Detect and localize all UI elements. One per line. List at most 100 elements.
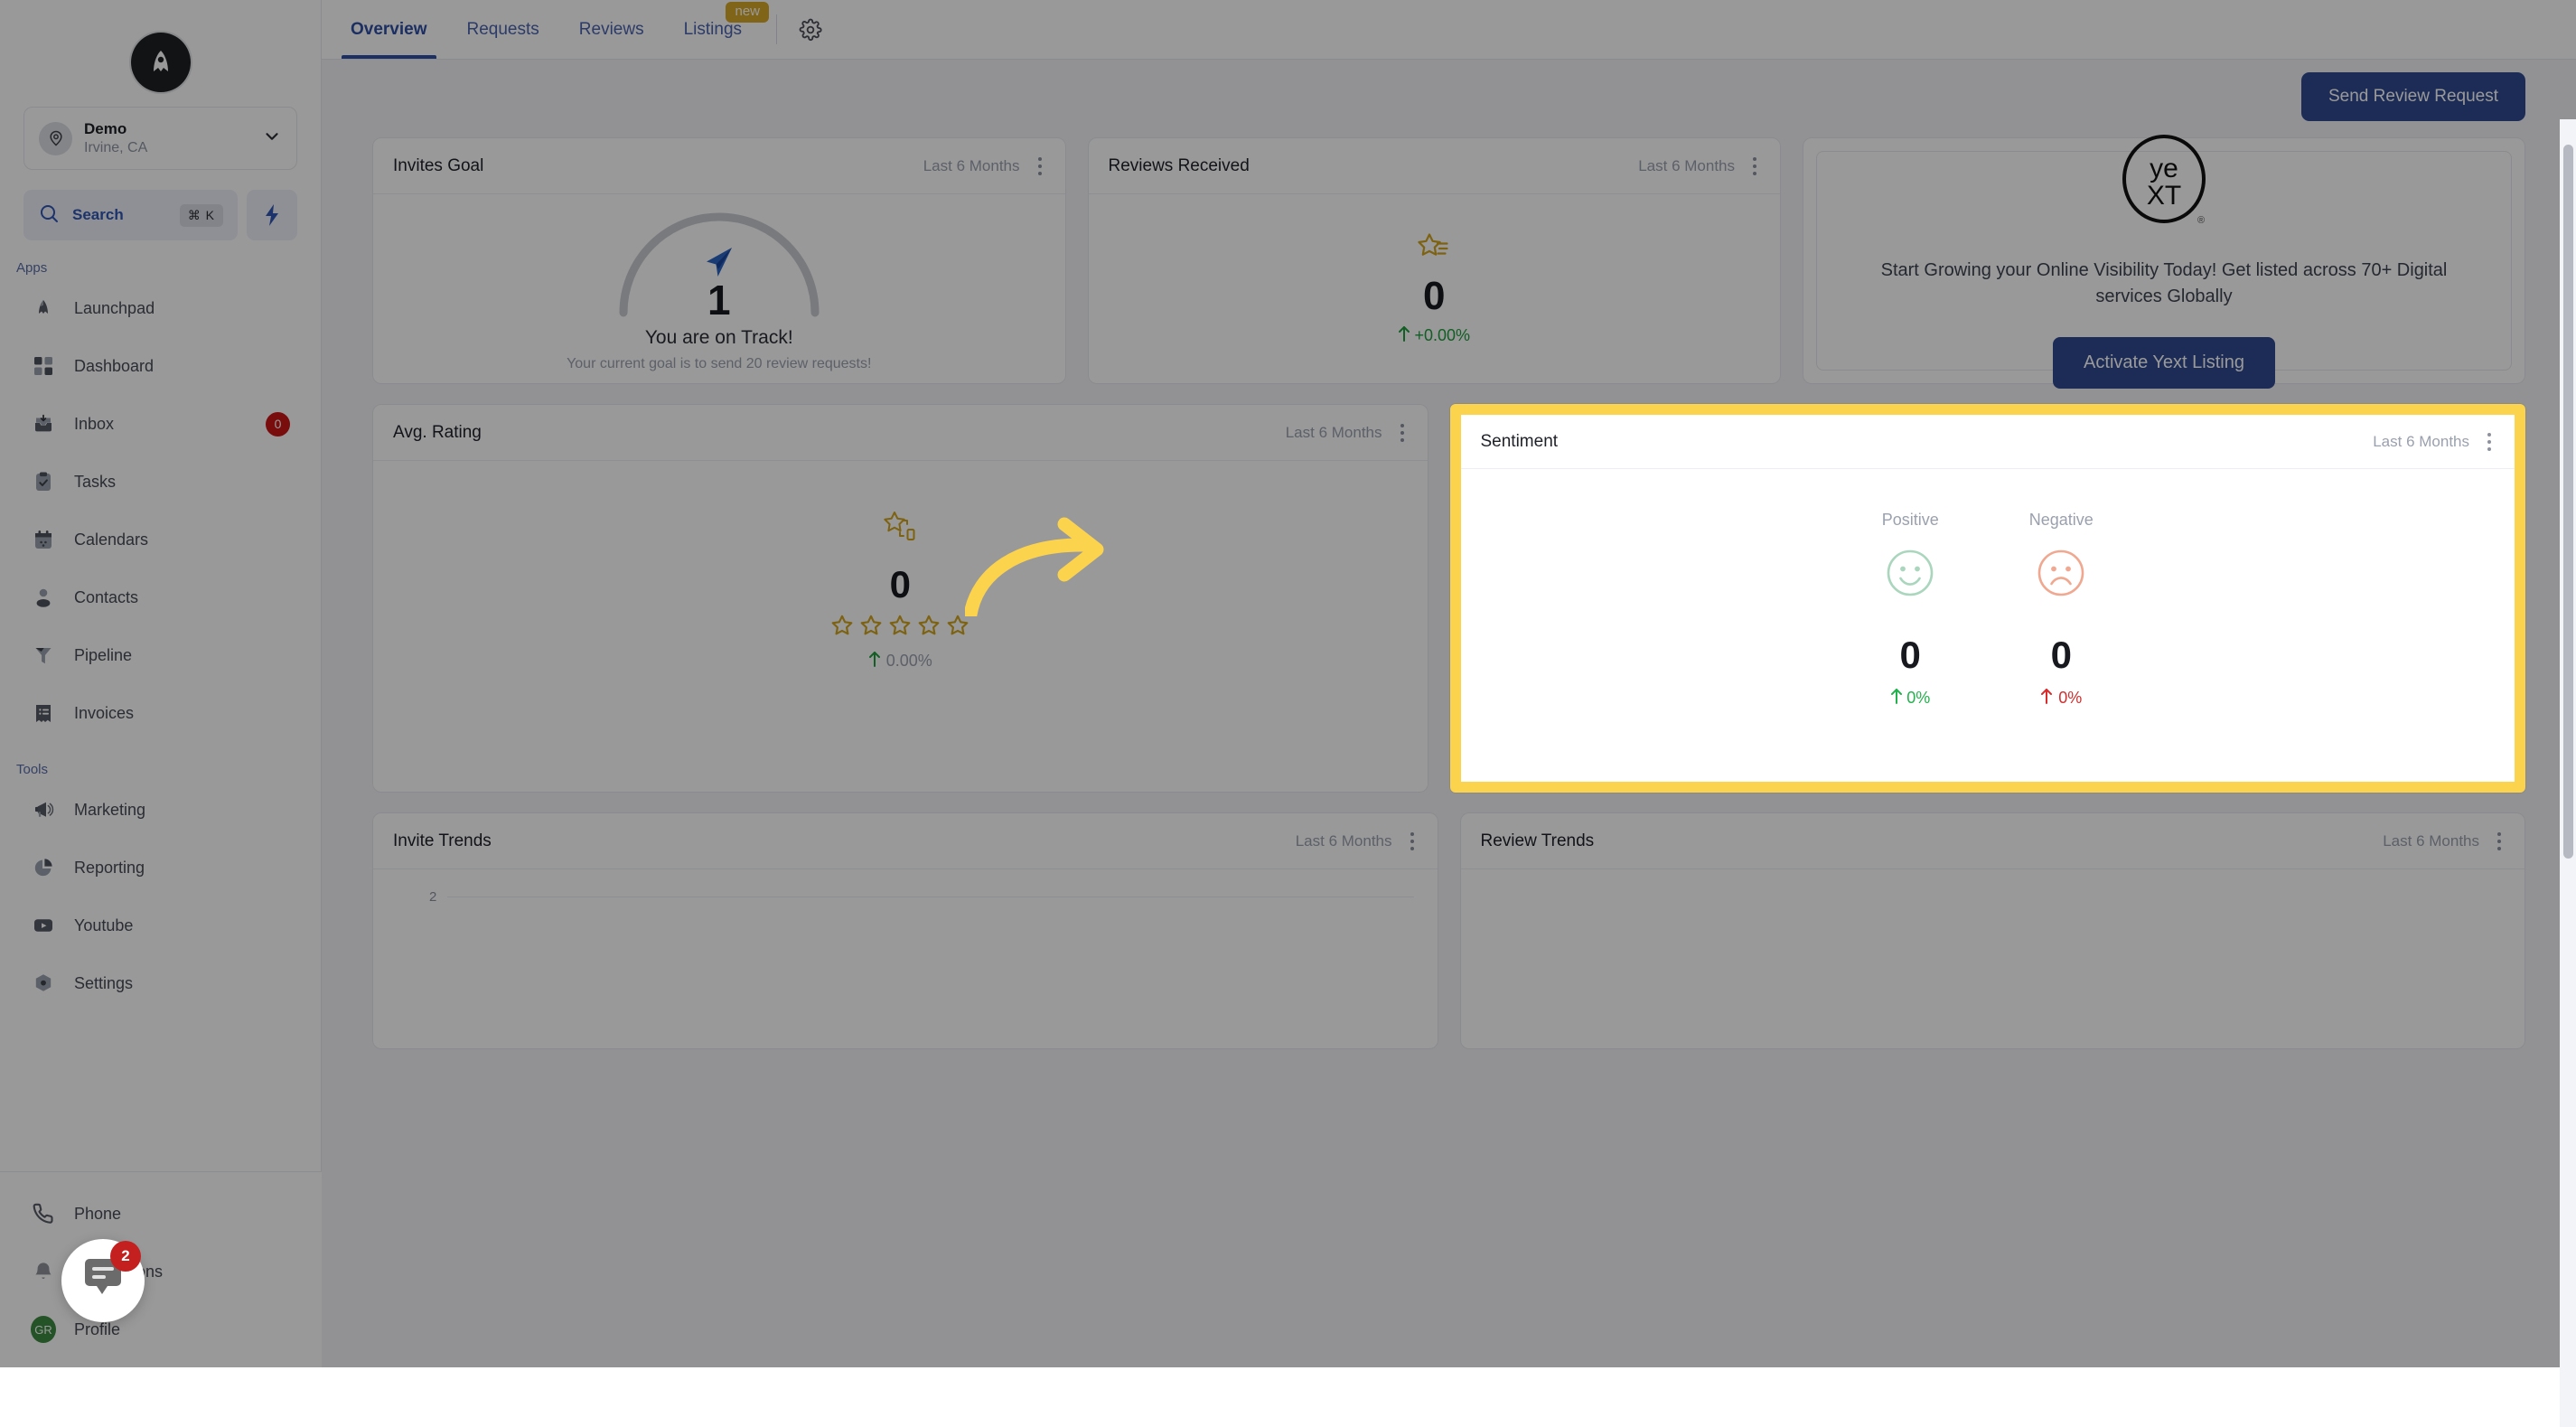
tab-requests[interactable]: Requests	[447, 0, 559, 59]
sidebar-item-invoices[interactable]: Invoices	[13, 684, 308, 742]
lightning-bolt-icon[interactable]	[247, 190, 297, 240]
invites-goal-subtext: Your current goal is to send 20 review r…	[567, 356, 871, 372]
sentiment-delta-negative: 0%	[2040, 688, 2082, 709]
rocket-icon	[31, 296, 56, 321]
smiley-happy-icon	[1885, 548, 1935, 603]
invites-goal-value: 1	[707, 278, 731, 322]
scrollbar-thumb[interactable]	[2563, 145, 2573, 859]
page-scrollbar[interactable]	[2560, 119, 2576, 1427]
tab-reviews[interactable]: Reviews	[559, 0, 664, 59]
sidebar-item-label: Contacts	[74, 588, 290, 607]
cards-row-1: Invites Goal Last 6 Months 1	[372, 137, 2525, 384]
card-menu-button[interactable]	[1397, 420, 1408, 446]
tab-listings[interactable]: Listings new	[664, 0, 762, 59]
card-title: Invites Goal	[393, 156, 923, 176]
card-range-label: Last 6 Months	[923, 157, 1020, 175]
sidebar-bottom-section: Phone Notifications GR Profile	[0, 1171, 322, 1367]
sentiment-delta-positive: 0%	[1890, 688, 1930, 709]
avatar-initials: GR	[31, 1316, 56, 1343]
sidebar-item-profile[interactable]: GR Profile	[13, 1300, 309, 1358]
sentiment-value: 0	[2051, 634, 2072, 677]
sidebar-item-marketing[interactable]: Marketing	[13, 781, 308, 839]
location-sublabel: Irvine, CA	[84, 140, 250, 156]
main-area: Overview Requests Reviews Listings new S…	[322, 0, 2576, 1367]
sidebar-section-label-apps: Apps	[16, 260, 321, 276]
sidebar-item-label: Youtube	[74, 916, 290, 935]
star-icon	[859, 614, 883, 642]
sidebar-item-reporting[interactable]: Reporting	[13, 839, 308, 897]
tab-label: Requests	[467, 20, 539, 40]
search-row: Search ⌘ K	[23, 190, 297, 240]
card-menu-button[interactable]	[1749, 154, 1760, 179]
sentiment-value: 0	[1900, 634, 1921, 677]
calendar-icon	[31, 527, 56, 552]
card-header: Sentiment Last 6 Months	[1461, 415, 2515, 469]
sidebar-item-inbox[interactable]: Inbox 0	[13, 395, 308, 453]
sidebar-item-pipeline[interactable]: Pipeline	[13, 626, 308, 684]
tab-label: Listings	[684, 20, 742, 40]
arrow-up-icon	[1398, 325, 1410, 346]
topbar: Overview Requests Reviews Listings new	[322, 0, 2576, 60]
star-icon	[917, 614, 941, 642]
card-title: Reviews Received	[1109, 156, 1639, 176]
tab-new-badge: new	[726, 2, 769, 23]
sidebar-item-label: Phone	[74, 1205, 291, 1224]
bell-icon	[31, 1259, 56, 1284]
delta-value: 0.00%	[886, 652, 932, 671]
sidebar-item-dashboard[interactable]: Dashboard	[13, 337, 308, 395]
card-header: Invites Goal Last 6 Months	[373, 138, 1065, 194]
card-menu-button[interactable]	[2494, 829, 2505, 854]
card-range-label: Last 6 Months	[1638, 157, 1735, 175]
sidebar-item-label: Inbox	[74, 415, 248, 434]
sidebar: Demo Irvine, CA Search ⌘ K Apps Launchpa…	[0, 0, 322, 1367]
sidebar-item-calendars[interactable]: Calendars	[13, 511, 308, 568]
grid-icon	[31, 353, 56, 379]
sidebar-section-label-tools: Tools	[16, 762, 321, 777]
reviews-received-card: Reviews Received Last 6 Months 0	[1088, 137, 1782, 384]
sidebar-item-launchpad[interactable]: Launchpad	[13, 279, 308, 337]
search-shortcut-badge: ⌘ K	[180, 204, 223, 227]
location-switcher[interactable]: Demo Irvine, CA	[23, 107, 297, 170]
sentiment-column-positive: Positive 0	[1882, 511, 1939, 709]
invites-goal-card: Invites Goal Last 6 Months 1	[372, 137, 1066, 384]
rocket-logo-icon[interactable]	[131, 33, 191, 92]
tab-overview[interactable]: Overview	[331, 0, 447, 59]
card-header: Avg. Rating Last 6 Months	[373, 405, 1428, 461]
card-title: Invite Trends	[393, 831, 1296, 851]
card-body: 0 0.00%	[373, 461, 1428, 792]
search-input[interactable]: Search ⌘ K	[23, 190, 238, 240]
phone-icon	[31, 1201, 56, 1226]
card-menu-button[interactable]	[2484, 429, 2495, 455]
sidebar-item-contacts[interactable]: Contacts	[13, 568, 308, 626]
sidebar-item-youtube[interactable]: Youtube	[13, 897, 308, 954]
invite-trends-card: Invite Trends Last 6 Months 2	[372, 812, 1438, 1049]
youtube-icon	[31, 913, 56, 938]
chat-widget-button[interactable]: 2	[61, 1239, 145, 1322]
arrow-up-icon	[868, 651, 881, 671]
search-label: Search	[72, 206, 167, 224]
card-menu-button[interactable]	[1407, 829, 1418, 854]
y-axis-tick-label: 2	[429, 889, 436, 905]
review-trends-card: Review Trends Last 6 Months	[1460, 812, 2526, 1049]
gear-icon[interactable]	[792, 0, 829, 59]
star-icon	[888, 614, 912, 642]
chat-widget-badge: 2	[110, 1241, 141, 1272]
card-title: Avg. Rating	[393, 423, 1286, 443]
chevron-down-icon[interactable]	[262, 127, 282, 151]
sidebar-item-tasks[interactable]: Tasks	[13, 453, 308, 511]
star-rating-row	[830, 614, 970, 642]
send-review-request-button[interactable]: Send Review Request	[2301, 72, 2525, 121]
review-trends-chart	[1461, 869, 2525, 1048]
card-range-label: Last 6 Months	[2383, 832, 2479, 850]
card-menu-button[interactable]	[1035, 154, 1045, 179]
sidebar-item-settings[interactable]: Settings	[13, 954, 308, 1012]
card-header: Review Trends Last 6 Months	[1461, 813, 2525, 869]
activate-yext-listing-button[interactable]: Activate Yext Listing	[2053, 337, 2275, 389]
sidebar-item-phone[interactable]: Phone	[13, 1185, 309, 1243]
card-header: Reviews Received Last 6 Months	[1089, 138, 1781, 194]
tab-label: Overview	[351, 20, 427, 40]
avg-rating-delta: 0.00%	[868, 651, 932, 671]
sidebar-item-label: Launchpad	[74, 299, 290, 318]
sidebar-item-notifications[interactable]: Notifications	[13, 1243, 309, 1300]
card-header: Invite Trends Last 6 Months	[373, 813, 1438, 869]
